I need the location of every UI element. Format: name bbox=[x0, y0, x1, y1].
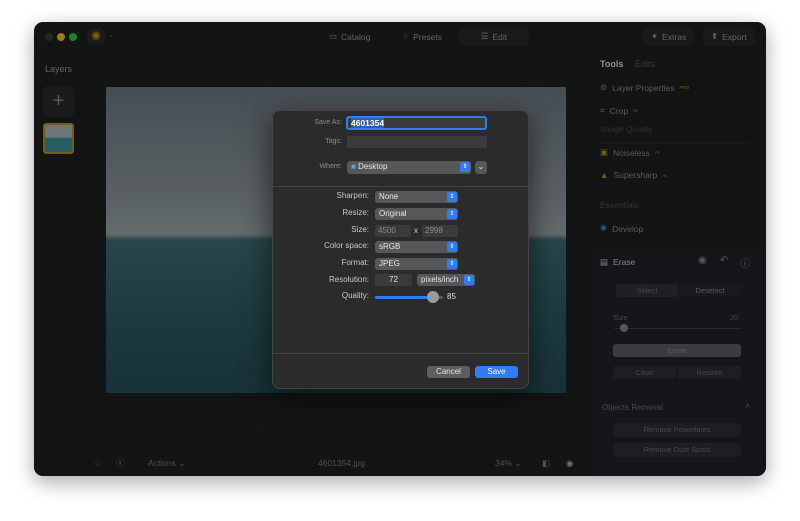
height-input[interactable]: 2998 bbox=[422, 225, 458, 237]
quality-slider-fill bbox=[375, 296, 433, 299]
divider bbox=[273, 353, 528, 354]
where-select[interactable]: ■ Desktop ⇕ bbox=[347, 161, 471, 174]
format-label: Format: bbox=[341, 258, 369, 267]
folder-icon: ■ bbox=[351, 162, 356, 171]
select-arrows-icon: ⇕ bbox=[447, 209, 457, 219]
expand-button[interactable]: ⌄ bbox=[475, 161, 487, 174]
color-space-select[interactable]: sRGB ⇕ bbox=[375, 241, 458, 253]
select-arrows-icon: ⇕ bbox=[447, 242, 457, 252]
color-space-label: Color space: bbox=[324, 241, 369, 250]
app-window: ✺ ⌄ ▭ Catalog ⁘ Presets ☰ Edit ✦ Extras ⬆ Exp… bbox=[34, 22, 766, 476]
sharpen-select[interactable]: None ⇕ bbox=[375, 191, 458, 203]
tags-input[interactable] bbox=[347, 136, 487, 148]
quality-value: 85 bbox=[447, 292, 456, 301]
resize-label: Resize: bbox=[342, 208, 369, 217]
save-as-label: Save As: bbox=[314, 119, 342, 126]
quality-label: Quality: bbox=[341, 291, 369, 300]
resolution-label: Resolution: bbox=[328, 275, 369, 284]
save-as-input[interactable]: 4601354 bbox=[346, 116, 487, 130]
cancel-button[interactable]: Cancel bbox=[427, 366, 470, 378]
sharpen-label: Sharpen: bbox=[336, 191, 369, 200]
quality-slider-knob[interactable] bbox=[426, 291, 439, 303]
size-separator: x bbox=[414, 226, 418, 235]
resolution-unit-select[interactable]: pixels/inch ⇕ bbox=[417, 274, 475, 286]
select-arrows-icon: ⇕ bbox=[460, 162, 470, 172]
where-label: Where: bbox=[319, 163, 342, 170]
save-button[interactable]: Save bbox=[475, 366, 518, 378]
select-arrows-icon: ⇕ bbox=[464, 275, 474, 285]
select-arrows-icon: ⇕ bbox=[447, 192, 457, 202]
width-input[interactable]: 4500 bbox=[375, 225, 411, 237]
format-select[interactable]: JPEG ⇕ bbox=[375, 258, 458, 270]
divider bbox=[273, 186, 528, 187]
resize-select[interactable]: Original ⇕ bbox=[375, 208, 458, 220]
select-arrows-icon: ⇕ bbox=[447, 259, 457, 269]
resolution-input[interactable]: 72 bbox=[375, 274, 412, 286]
tags-label: Tags: bbox=[325, 138, 342, 145]
size-label: Size: bbox=[351, 225, 369, 234]
save-dialog: Save As: 4601354 Tags: Where: ■ Desktop ⇕… bbox=[272, 110, 529, 389]
